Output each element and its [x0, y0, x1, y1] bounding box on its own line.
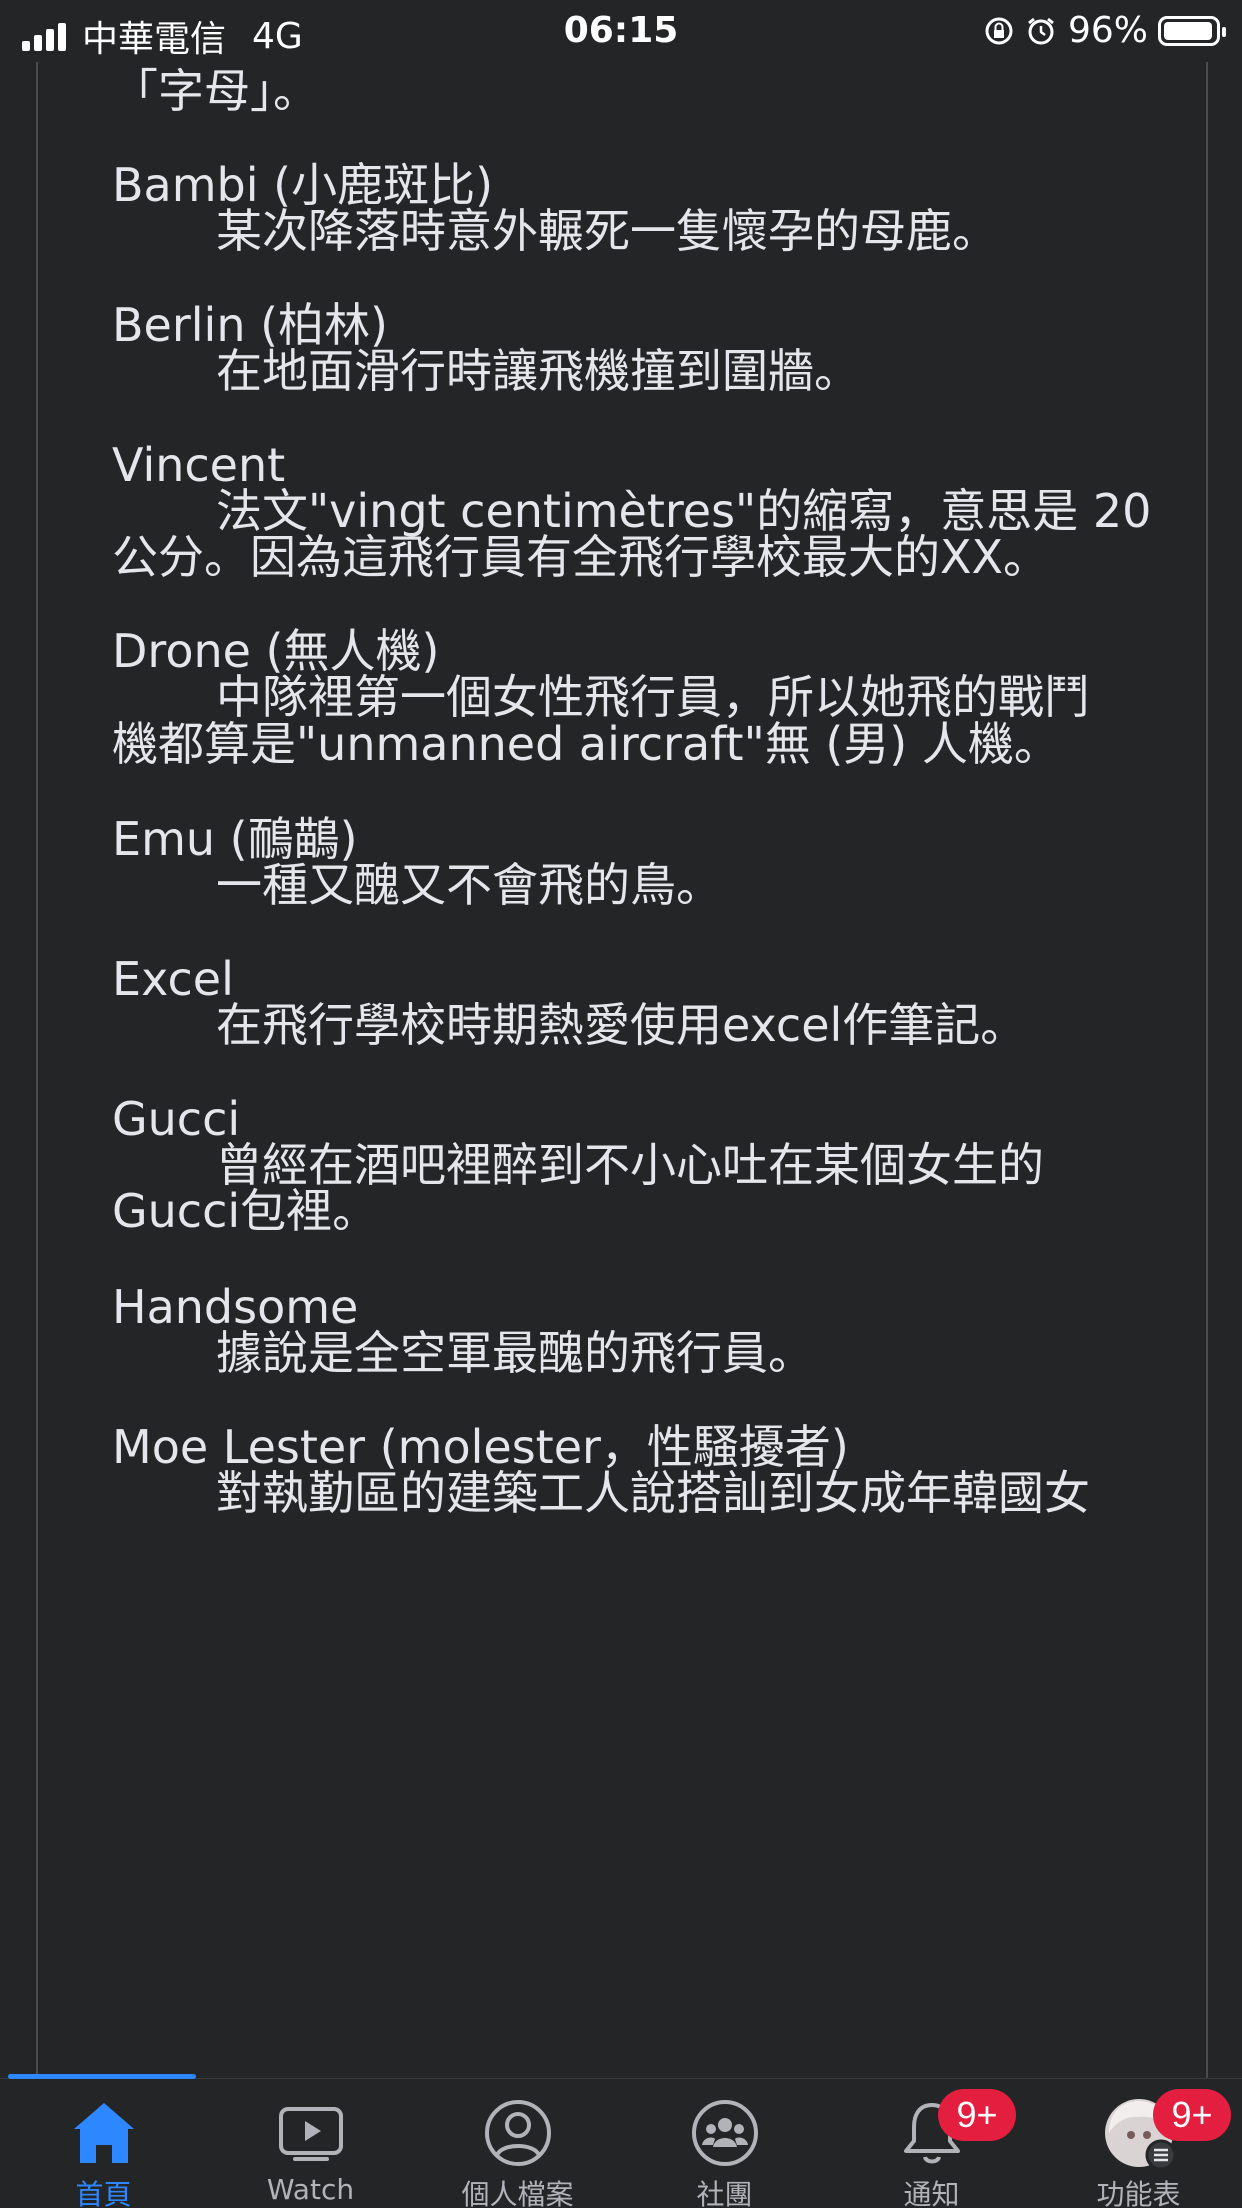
- rotation-lock-icon: [985, 17, 1013, 44]
- status-right: 96%: [984, 10, 1226, 51]
- tab-label: 功能表: [1096, 2178, 1181, 2208]
- battery-percent: 96%: [1067, 10, 1148, 51]
- entry-description: Gucci包裡。: [112, 1184, 379, 1238]
- tab-label: 社團: [696, 2178, 753, 2208]
- entry-description: 據說是全空軍最醜的飛行員。: [216, 1326, 814, 1380]
- tab-label: 通知: [903, 2178, 960, 2208]
- tab-notifications[interactable]: 9+ 通知: [828, 2079, 1035, 2208]
- battery-icon: [1158, 15, 1226, 46]
- tab-label: Watch: [266, 2173, 355, 2206]
- entry-description: 某次降落時意外輾死一隻懷孕的母鹿。: [216, 204, 998, 258]
- tab-label: 個人檔案: [461, 2178, 574, 2208]
- watch-icon: [278, 2107, 343, 2161]
- bottom-tab-bar: 首頁 Watch 個人檔案 社團 9+ 通知 9+ 功能表: [0, 2074, 1242, 2208]
- post-card: 因為單位裡沒有人知道怎麼念，所以乾脆叫他 「字母」。 Bambi (小鹿斑比) …: [36, 0, 1208, 2080]
- tab-menu[interactable]: 9+ 功能表: [1035, 2079, 1242, 2208]
- battery-fill: [1164, 21, 1212, 40]
- groups-icon: [691, 2100, 758, 2166]
- entry-description: 在飛行學校時期熱愛使用excel作筆記。: [216, 998, 1027, 1052]
- entry-description: 在地面滑行時讓飛機撞到圍牆。: [216, 344, 860, 398]
- entry-description: 一種又醜又不會飛的鳥。: [216, 858, 722, 912]
- tab-profile[interactable]: 個人檔案: [414, 2079, 621, 2208]
- notification-badge: 9+: [938, 2089, 1016, 2141]
- status-bar: 中華電信 4G 06:15 96%: [0, 0, 1242, 62]
- screen: 因為單位裡沒有人知道怎麼念，所以乾脆叫他 「字母」。 Bambi (小鹿斑比) …: [0, 0, 1242, 2208]
- tab-label: 首頁: [75, 2178, 132, 2208]
- entry-description: 公分。因為這飛行員有全飛行學校最大的XX。: [112, 530, 1050, 584]
- menu-badge: 9+: [1153, 2089, 1231, 2141]
- entry-description: 對執勤區的建築工人說搭訕到女成年韓國女: [216, 1466, 1090, 1520]
- tab-groups[interactable]: 社團: [621, 2079, 828, 2208]
- entry-description: 機都算是"unmanned aircraft"無 (男) 人機。: [112, 717, 1060, 771]
- post-intro-tail: 「字母」。: [112, 64, 319, 118]
- home-icon: [73, 2103, 134, 2163]
- tab-home[interactable]: 首頁: [0, 2079, 207, 2208]
- tab-watch[interactable]: Watch: [207, 2079, 414, 2208]
- profile-icon: [484, 2100, 551, 2166]
- alarm-icon: [1028, 17, 1054, 44]
